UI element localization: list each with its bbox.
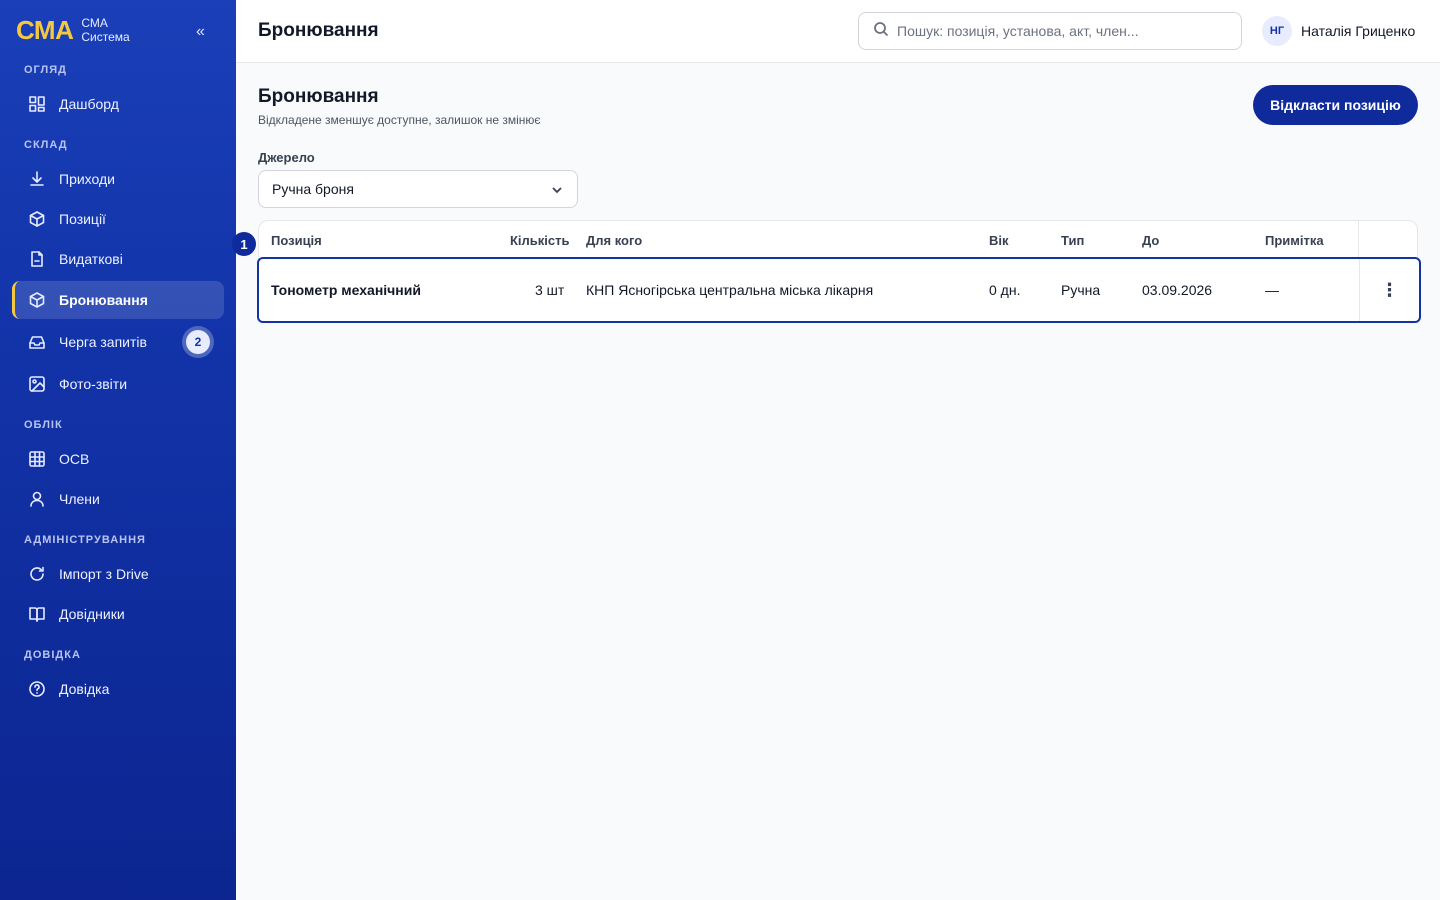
- section-subtitle: Відкладене зменшує доступне, залишок не …: [258, 113, 541, 127]
- download-icon: [28, 170, 46, 188]
- sidebar-item-label: Імпорт з Drive: [59, 566, 149, 582]
- sidebar-item-label: Фото-звіти: [59, 376, 128, 392]
- sidebar-item-label: Довідники: [59, 606, 125, 622]
- source-select[interactable]: Ручна броня: [258, 170, 578, 208]
- search-icon: [873, 21, 889, 42]
- cell-until: 03.09.2026: [1142, 282, 1213, 298]
- avatar: НГ: [1262, 16, 1292, 46]
- queue-count-badge: 2: [186, 330, 210, 354]
- brand-text: СМА Система: [81, 16, 129, 44]
- source-label: Джерело: [258, 150, 315, 165]
- cell-quantity: 3 шт: [535, 282, 565, 298]
- sidebar-item-label: Дашборд: [59, 96, 119, 112]
- brand[interactable]: СМА СМА Система: [16, 16, 130, 44]
- cell-note: —: [1265, 282, 1279, 298]
- search-input[interactable]: [897, 23, 1227, 39]
- section-title-help: ДОВІДКА: [24, 649, 81, 661]
- sidebar-item-help[interactable]: Довідка: [12, 670, 224, 708]
- brand-line2: Система: [81, 30, 130, 44]
- sidebar: СМА СМА Система « ОГЛЯД Дашборд СКЛАД Пр…: [0, 0, 236, 900]
- sidebar-item-dashboard[interactable]: Дашборд: [12, 85, 224, 123]
- brand-line1: СМА: [81, 16, 108, 30]
- document-icon: [28, 250, 46, 268]
- book-icon: [28, 605, 46, 623]
- sidebar-item-expense-docs[interactable]: Видаткові: [12, 240, 224, 278]
- brand-logo: СМА: [16, 15, 74, 45]
- row-number-marker: 1: [232, 232, 256, 256]
- user-menu[interactable]: НГ Наталія Гриценко: [1262, 16, 1415, 46]
- reservations-table: Позиція Кількість Для кого Вік Тип До Пр…: [257, 220, 1421, 323]
- column-header-quantity[interactable]: Кількість: [510, 233, 570, 248]
- refresh-icon: [28, 565, 46, 583]
- sidebar-item-reservations[interactable]: Бронювання: [12, 281, 224, 319]
- section-title-warehouse: СКЛАД: [24, 139, 68, 151]
- sidebar-item-request-queue[interactable]: Черга запитів 2: [12, 323, 224, 361]
- sidebar-item-label: Видаткові: [59, 251, 123, 267]
- sidebar-item-label: Члени: [59, 491, 100, 507]
- table-row[interactable]: Тонометр механічний 3 шт КНП Ясногірська…: [257, 257, 1421, 323]
- table-icon: [28, 450, 46, 468]
- sidebar-item-label: Довідка: [59, 681, 110, 697]
- section-title-accounting: ОБЛІК: [24, 419, 63, 431]
- sidebar-item-osv[interactable]: ОСВ: [12, 440, 224, 478]
- cell-age: 0 дн.: [989, 282, 1021, 298]
- sidebar-item-positions[interactable]: Позиції: [12, 200, 224, 238]
- column-header-note[interactable]: Примітка: [1265, 233, 1324, 248]
- column-header-until[interactable]: До: [1142, 233, 1159, 248]
- user-icon: [28, 490, 46, 508]
- image-icon: [28, 375, 46, 393]
- collapse-sidebar-button[interactable]: «: [196, 22, 205, 42]
- user-name: Наталія Гриценко: [1301, 23, 1416, 39]
- column-header-position[interactable]: Позиція: [271, 233, 322, 248]
- source-select-value: Ручна броня: [272, 181, 354, 197]
- dashboard-icon: [28, 95, 46, 113]
- box-icon: [28, 291, 46, 309]
- search-box[interactable]: [858, 12, 1242, 50]
- box-icon: [28, 210, 46, 228]
- cell-for-whom: КНП Ясногірська центральна міська лікарн…: [586, 282, 874, 298]
- sidebar-item-label: Черга запитів: [59, 334, 147, 350]
- column-header-for-whom[interactable]: Для кого: [586, 233, 642, 248]
- sidebar-item-label: Позиції: [59, 211, 106, 227]
- inbox-icon: [28, 333, 46, 351]
- sidebar-item-members[interactable]: Члени: [12, 480, 224, 518]
- column-header-age[interactable]: Вік: [989, 233, 1009, 248]
- sidebar-item-import-drive[interactable]: Імпорт з Drive: [12, 555, 224, 593]
- sidebar-item-photo-reports[interactable]: Фото-звіти: [12, 365, 224, 403]
- column-header-type[interactable]: Тип: [1061, 233, 1084, 248]
- cell-type: Ручна: [1061, 282, 1101, 298]
- section-title-overview: ОГЛЯД: [24, 64, 67, 76]
- reserve-position-button[interactable]: Відкласти позицію: [1253, 85, 1418, 125]
- sidebar-item-label: Бронювання: [59, 292, 148, 308]
- row-actions-menu-icon[interactable]: ⋮: [1359, 259, 1419, 321]
- section-title-admin: АДМІНІСТРУВАННЯ: [24, 534, 146, 546]
- topbar: Бронювання НГ Наталія Гриценко: [236, 0, 1440, 63]
- sidebar-item-directories[interactable]: Довідники: [12, 595, 224, 633]
- page-title: Бронювання: [258, 20, 379, 41]
- sidebar-item-receipts[interactable]: Приходи: [12, 160, 224, 198]
- help-icon: [28, 680, 46, 698]
- sidebar-item-label: Приходи: [59, 171, 115, 187]
- sidebar-item-label: ОСВ: [59, 451, 90, 467]
- section-heading: Бронювання: [258, 86, 379, 107]
- cell-position: Тонометр механічний: [271, 282, 421, 298]
